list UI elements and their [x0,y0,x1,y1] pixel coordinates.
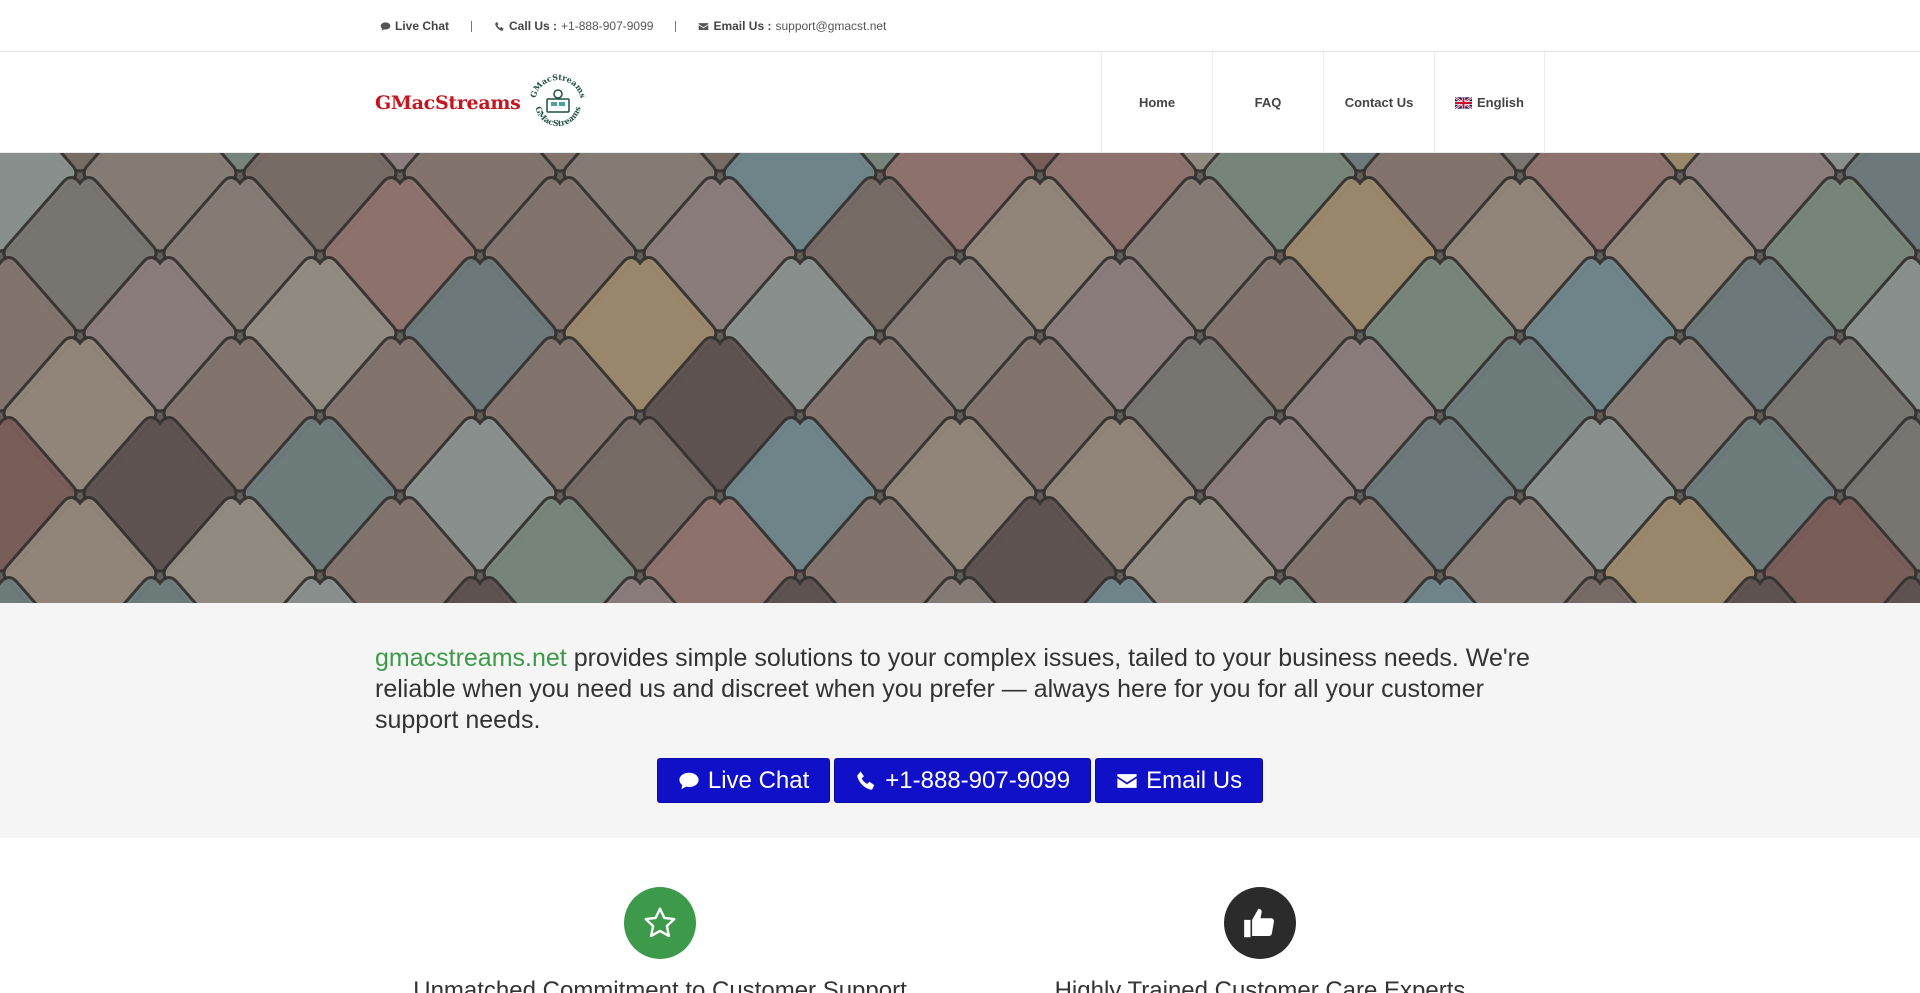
hero-banner-image [0,153,1920,603]
envelope-icon [699,22,709,30]
call-button[interactable]: +1-888-907-9099 [834,758,1092,803]
email-us-button-label: Email Us [1146,766,1243,794]
thumbs-up-icon [1244,908,1274,938]
logo-emblem-icon: GMacStreams GMacStreams [527,72,588,132]
topbar-live-chat-label: Live Chat [395,19,450,33]
phone-icon [857,770,875,790]
live-chat-button-label: Live Chat [707,766,810,794]
site-header: GMacStreams GMacStreams GMacStreams Home… [0,52,1920,153]
cta-buttons: Live Chat +1-888-907-9099 Email Us [375,758,1545,803]
nav-faq-label: FAQ [1254,95,1282,110]
nav-language-label: English [1477,95,1524,110]
feature-icon-circle [1224,887,1296,959]
nav-faq[interactable]: FAQ [1212,52,1323,153]
phone-icon [495,21,504,31]
brand-name: gmacstreams.net [375,644,567,672]
nav-language-english[interactable]: English [1434,52,1545,153]
feature-icon-circle [624,887,696,959]
topbar-call-value: +1-888-907-9099 [561,19,654,33]
topbar-call-label: Call Us : [509,19,558,33]
envelope-icon [1117,773,1137,788]
topbar-live-chat[interactable]: Live Chat [380,19,449,33]
logo-wordmark: GMacStreams [375,91,521,114]
nav-home-label: Home [1138,95,1176,110]
main-nav: Home FAQ Contact Us English [1101,52,1545,153]
divider [471,20,473,32]
live-chat-button[interactable]: Live Chat [656,758,831,803]
nav-home[interactable]: Home [1101,52,1212,153]
topbar-email[interactable]: Email Us : support@gmacst.net [698,19,886,33]
uk-flag-icon [1455,96,1473,109]
topbar-email-value: support@gmacst.net [775,19,887,33]
top-contact-bar: Live Chat Call Us : +1-888-907-9099 Emai… [0,0,1920,52]
nav-contact-us[interactable]: Contact Us [1323,52,1434,153]
call-button-label: +1-888-907-9099 [885,766,1071,794]
star-icon [644,907,676,938]
feature-title: Highly Trained Customer Care Experts [1054,977,1466,993]
feature-title: Unmatched Commitment to Customer Support [413,977,907,993]
nav-contact-label: Contact Us [1344,95,1414,110]
site-logo[interactable]: GMacStreams GMacStreams GMacStreams [375,72,589,134]
topbar-email-label: Email Us : [713,19,772,33]
chat-icon [679,772,699,789]
features-section: Unmatched Commitment to Customer Support… [0,838,1920,993]
feature-commitment: Unmatched Commitment to Customer Support [360,887,960,993]
intro-section: gmacstreams.net provides simple solution… [0,603,1920,838]
email-us-button[interactable]: Email Us [1095,758,1264,803]
topbar-call[interactable]: Call Us : +1-888-907-9099 [494,19,653,33]
divider [675,20,677,32]
intro-text: gmacstreams.net provides simple solution… [375,643,1545,736]
chat-icon [380,21,391,31]
feature-experts: Highly Trained Customer Care Experts [960,887,1560,993]
